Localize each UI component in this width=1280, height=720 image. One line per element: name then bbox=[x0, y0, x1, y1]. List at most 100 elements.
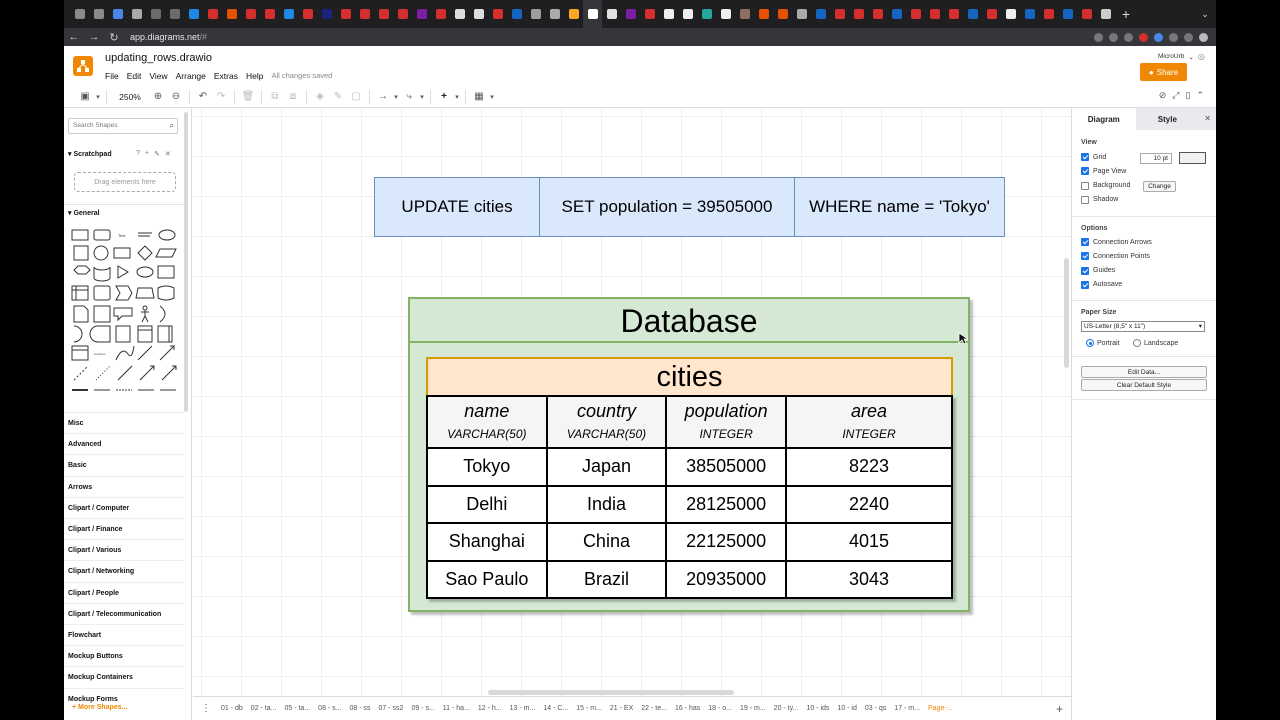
browser-tab[interactable] bbox=[830, 0, 849, 28]
browser-tab[interactable] bbox=[70, 0, 89, 28]
browser-tab[interactable] bbox=[450, 0, 469, 28]
browser-tab[interactable] bbox=[317, 0, 336, 28]
back-icon[interactable]: ← bbox=[64, 31, 84, 43]
waypoints-icon[interactable]: ⤷ bbox=[400, 91, 418, 102]
checkbox-option[interactable]: Grid bbox=[1081, 153, 1106, 161]
browser-tab[interactable] bbox=[640, 0, 659, 28]
table-row[interactable]: Sao Paulo Brazil 20935000 3043 bbox=[426, 559, 954, 599]
sidebar-category[interactable]: Basic bbox=[64, 454, 184, 475]
browser-tab[interactable] bbox=[507, 0, 526, 28]
sidebar-category[interactable]: Arrows bbox=[64, 475, 184, 497]
profile-avatar[interactable] bbox=[1199, 32, 1208, 42]
table-cell[interactable]: 20935000 bbox=[665, 559, 787, 599]
browser-tab[interactable] bbox=[982, 0, 1001, 28]
sidebar-category[interactable]: Clipart / Networking bbox=[64, 560, 184, 581]
page-tab[interactable]: 08 - ss bbox=[346, 705, 375, 712]
page-tab[interactable]: 10 - ids bbox=[802, 705, 833, 712]
browser-tab[interactable] bbox=[526, 0, 545, 28]
account-menu[interactable]: MicroUrb ⌄ ◎ bbox=[1158, 52, 1205, 61]
table-cell[interactable]: 22125000 bbox=[665, 522, 787, 562]
line-color-icon[interactable]: ✎ bbox=[329, 91, 347, 102]
extension-icon[interactable] bbox=[1184, 32, 1193, 42]
table-cell[interactable]: India bbox=[545, 484, 668, 524]
tab-style[interactable]: Style bbox=[1135, 108, 1200, 130]
menu-help[interactable]: Help bbox=[246, 71, 263, 81]
page-tab[interactable]: 15 - m... bbox=[572, 705, 606, 712]
pages-menu-icon[interactable]: ⋮ bbox=[201, 703, 217, 714]
table-cell[interactable]: 8223 bbox=[784, 447, 954, 487]
shadow-icon[interactable]: ▢ bbox=[347, 91, 365, 102]
browser-tab[interactable] bbox=[1001, 0, 1020, 28]
to-front-icon[interactable]: ⧉ bbox=[266, 91, 284, 102]
paper-size-select[interactable]: US-Letter (8,5" x 11") ▾ bbox=[1081, 321, 1205, 332]
add-page-icon[interactable]: + bbox=[1056, 702, 1071, 716]
browser-tab[interactable] bbox=[203, 0, 222, 28]
table-icon[interactable]: ▦ bbox=[470, 91, 488, 102]
browser-tab[interactable] bbox=[602, 0, 621, 28]
browser-tab[interactable] bbox=[754, 0, 773, 28]
more-shapes-button[interactable]: + More Shapes... bbox=[72, 704, 127, 711]
browser-tab[interactable] bbox=[184, 0, 203, 28]
checkbox-option[interactable]: Guides bbox=[1081, 266, 1115, 275]
general-shapes-palette[interactable]: Text List Item bbox=[70, 226, 180, 406]
page-tab[interactable]: 02 - ta... bbox=[247, 705, 281, 712]
checkbox[interactable] bbox=[1081, 181, 1089, 190]
page-tab[interactable]: 05 - ta... bbox=[280, 705, 314, 712]
page-tab[interactable]: 03 - qs bbox=[861, 705, 890, 712]
sidebar-category[interactable]: Flowchart bbox=[64, 624, 184, 645]
extension-icon[interactable] bbox=[1169, 32, 1178, 42]
fullscreen-icon[interactable]: ⤢ bbox=[1172, 90, 1179, 101]
table-cell[interactable]: 3043 bbox=[784, 559, 954, 599]
extension-icon[interactable] bbox=[1124, 32, 1133, 42]
browser-tab[interactable] bbox=[659, 0, 678, 28]
page-tab[interactable]: 01 - db bbox=[217, 705, 247, 712]
table-cell[interactable]: 28125000 bbox=[665, 484, 787, 524]
reload-icon[interactable]: ↻ bbox=[104, 31, 124, 44]
page-tab[interactable]: 19 - m... bbox=[736, 705, 770, 712]
page-tab[interactable]: 12 - h... bbox=[474, 705, 506, 712]
checkbox-option[interactable]: Background bbox=[1081, 181, 1130, 190]
table-cell[interactable]: Brazil bbox=[545, 559, 668, 599]
page-view-icon[interactable]: ▣ bbox=[76, 91, 94, 102]
chevron-down-icon[interactable]: ▾ bbox=[94, 93, 102, 101]
browser-tab[interactable] bbox=[108, 0, 127, 28]
browser-tab[interactable] bbox=[621, 0, 640, 28]
share-button[interactable]: ● Share bbox=[1140, 63, 1187, 81]
page-tab[interactable]: 08 - s... bbox=[314, 705, 345, 712]
page-tab[interactable]: 16 - has bbox=[671, 705, 704, 712]
checkbox-option[interactable]: Shadow bbox=[1081, 195, 1118, 204]
browser-tab[interactable] bbox=[1096, 0, 1115, 28]
browser-tab[interactable] bbox=[393, 0, 412, 28]
grid-color-swatch[interactable] bbox=[1179, 152, 1206, 164]
page-tab[interactable]: 21 - EX bbox=[606, 705, 637, 712]
to-back-icon[interactable]: ⧈ bbox=[284, 91, 302, 102]
grid-size-input[interactable]: 10 pt bbox=[1140, 153, 1172, 164]
browser-tab[interactable] bbox=[89, 0, 108, 28]
sidebar-category[interactable]: Clipart / Various bbox=[64, 539, 184, 560]
browser-tab[interactable] bbox=[298, 0, 317, 28]
browser-tab[interactable] bbox=[260, 0, 279, 28]
table-cell[interactable]: Delhi bbox=[426, 484, 548, 524]
browser-tab[interactable] bbox=[469, 0, 488, 28]
checkbox-option[interactable]: Autosave bbox=[1081, 280, 1122, 289]
sql-set-box[interactable]: SET population = 39505000 bbox=[539, 177, 795, 237]
column-header[interactable]: name VARCHAR(50) bbox=[426, 395, 548, 449]
browser-tab[interactable] bbox=[127, 0, 146, 28]
zoom-out-icon[interactable]: ⊖ bbox=[167, 91, 185, 102]
browser-tab[interactable] bbox=[849, 0, 868, 28]
table-row[interactable]: Delhi India 28125000 2240 bbox=[426, 484, 954, 524]
browser-tab[interactable] bbox=[697, 0, 716, 28]
browser-tab[interactable] bbox=[336, 0, 355, 28]
browser-tab[interactable] bbox=[355, 0, 374, 28]
browser-tab[interactable] bbox=[583, 0, 602, 28]
sidebar-category[interactable]: Clipart / Finance bbox=[64, 518, 184, 539]
browser-tab[interactable] bbox=[488, 0, 507, 28]
table-title[interactable]: cities bbox=[426, 357, 953, 397]
page-tab[interactable]: 07 - ss2 bbox=[375, 705, 408, 712]
close-icon[interactable]: ✕ bbox=[1199, 108, 1216, 130]
address-field[interactable]: app.diagrams.net/# bbox=[130, 32, 207, 42]
sidebar-category[interactable]: Misc bbox=[64, 412, 184, 433]
background-change-button[interactable]: Change bbox=[1143, 181, 1176, 192]
browser-tab[interactable] bbox=[1077, 0, 1096, 28]
zoom-in-icon[interactable]: ⊕ bbox=[149, 91, 167, 102]
